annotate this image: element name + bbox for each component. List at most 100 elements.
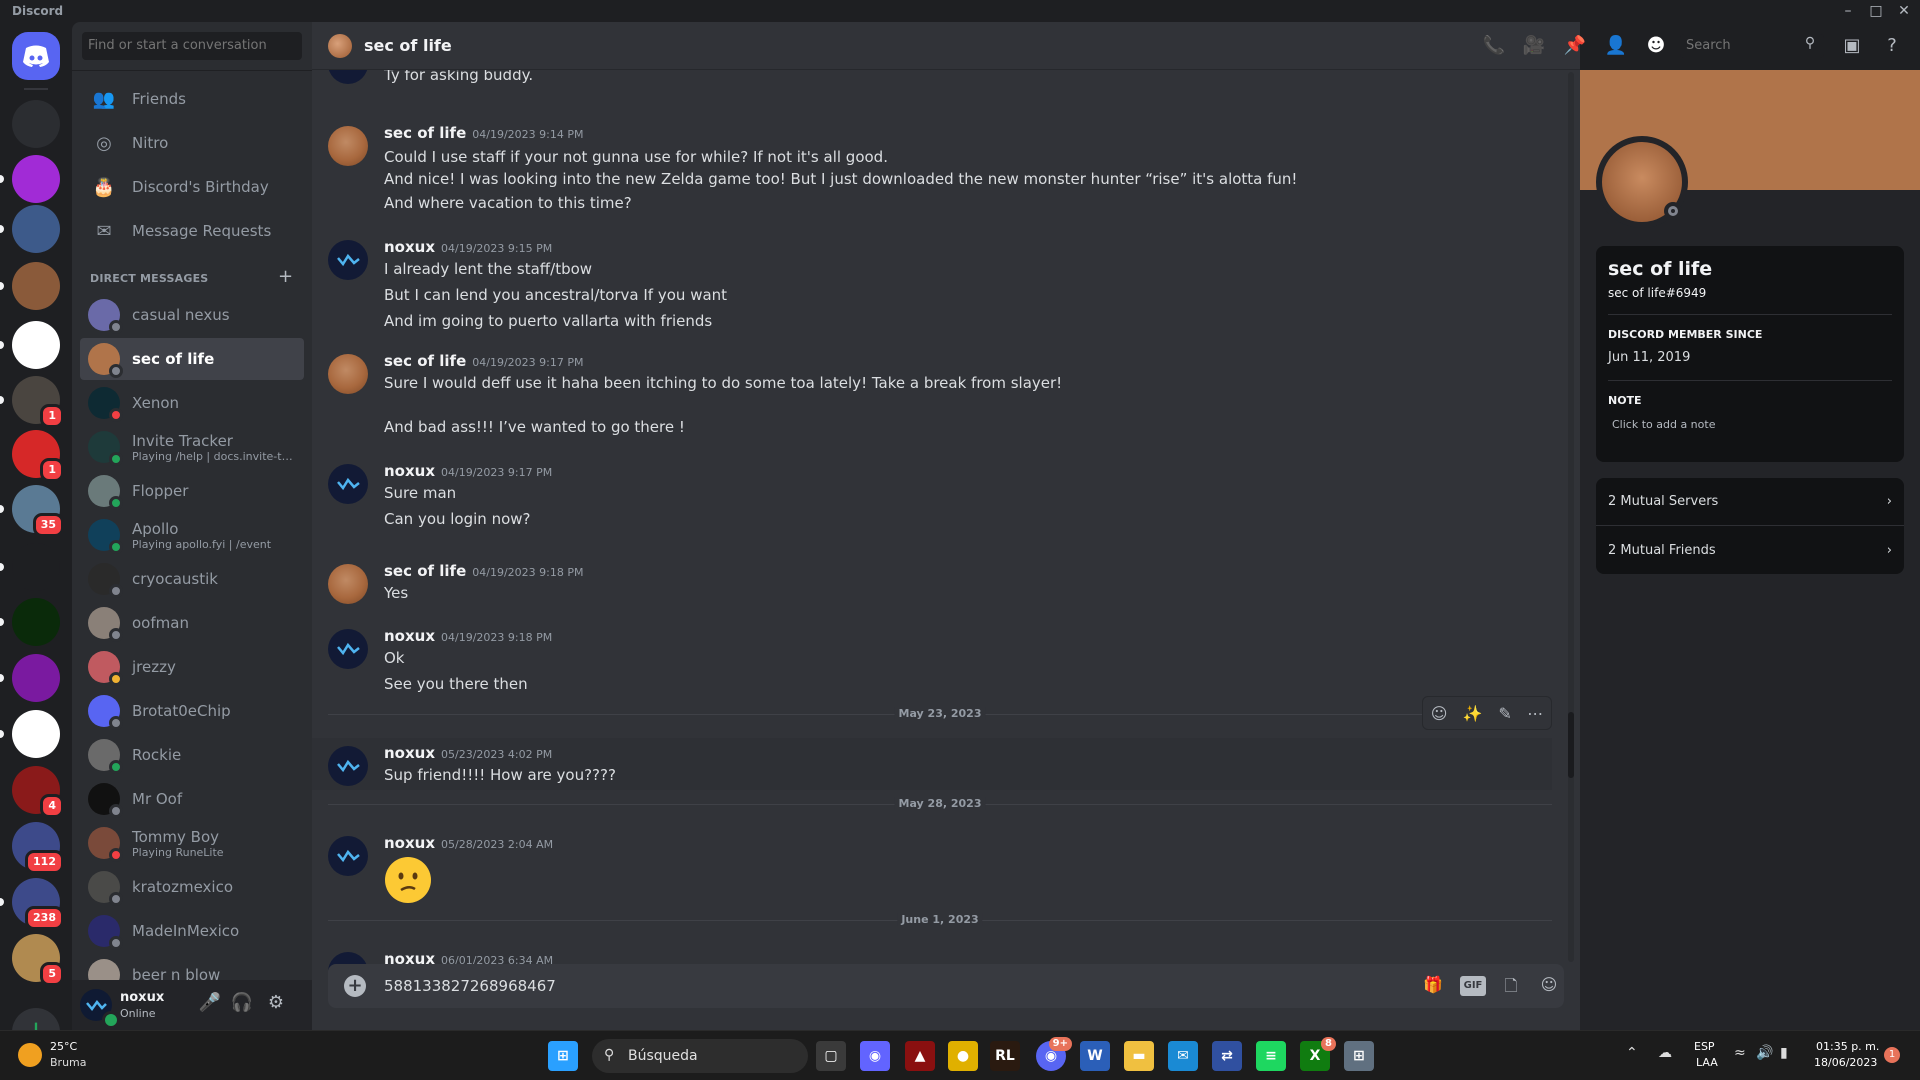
notification-badge[interactable]: 1: [1884, 1047, 1900, 1063]
taskbar-app-start[interactable]: ⊞: [548, 1041, 578, 1071]
taskbar-app-word[interactable]: W: [1080, 1041, 1110, 1071]
author-avatar[interactable]: [328, 564, 368, 604]
nav-envelope[interactable]: ✉ Message Requests: [80, 210, 304, 252]
scrollbar-track[interactable]: [1568, 72, 1574, 962]
gift-icon[interactable]: 🎁: [1420, 975, 1446, 994]
author-name[interactable]: noxux: [384, 627, 435, 645]
server-icon[interactable]: [0, 155, 60, 203]
author-name[interactable]: sec of life: [384, 124, 466, 142]
server-icon[interactable]: [0, 710, 60, 758]
note-input[interactable]: Click to add a note: [1612, 418, 1715, 431]
taskbar-app-teams-chat[interactable]: ◉: [860, 1041, 890, 1071]
server-icon[interactable]: [12, 32, 60, 80]
taskbar-app-spotify[interactable]: ≡: [1256, 1041, 1286, 1071]
dm-item[interactable]: jrezzy: [80, 646, 304, 688]
emoji-icon[interactable]: ☺: [1536, 975, 1562, 994]
author-avatar[interactable]: [328, 464, 368, 504]
taskbar-app-chrome[interactable]: ●: [948, 1041, 978, 1071]
battery-icon[interactable]: ▮: [1780, 1045, 1788, 1061]
author-name[interactable]: noxux: [384, 462, 435, 480]
taskbar-app-mail[interactable]: ✉: [1168, 1041, 1198, 1071]
add-reaction-icon[interactable]: ☺: [1431, 704, 1448, 723]
mutual-friends-button[interactable]: 2 Mutual Friends ›: [1596, 526, 1904, 574]
nav-birthday-cake[interactable]: 🎂 Discord's Birthday: [80, 166, 304, 208]
author-name[interactable]: noxux: [384, 744, 435, 762]
headphones-icon[interactable]: 🎧: [230, 992, 254, 1013]
voice-call-icon[interactable]: 📞: [1482, 35, 1506, 56]
help-icon[interactable]: ?: [1880, 35, 1904, 56]
pin-icon[interactable]: 📌: [1563, 35, 1587, 56]
author-name[interactable]: sec of life: [384, 562, 466, 580]
volume-icon[interactable]: 🔊: [1756, 1045, 1773, 1061]
mute-mic-icon[interactable]: 🎤: [198, 992, 222, 1013]
video-call-icon[interactable]: 🎥: [1522, 35, 1546, 56]
server-icon[interactable]: 4: [12, 766, 64, 818]
dm-item[interactable]: Invite Tracker Playing /help | docs.invit…: [80, 426, 304, 468]
language-code[interactable]: ESP: [1694, 1040, 1715, 1053]
dm-item[interactable]: MadeInMexico: [80, 910, 304, 952]
scrollbar-thumb[interactable]: [1568, 712, 1574, 778]
server-icon[interactable]: [12, 100, 60, 148]
server-icon[interactable]: [0, 654, 60, 702]
taskbar-app-file-explorer[interactable]: ▬: [1124, 1041, 1154, 1071]
server-icon[interactable]: 1: [0, 376, 64, 428]
taskbar-app-discord[interactable]: ◉ 9+: [1036, 1037, 1072, 1071]
profile-avatar[interactable]: [1596, 136, 1688, 228]
minimize-button[interactable]: –: [1834, 0, 1862, 22]
close-button[interactable]: ✕: [1890, 0, 1918, 22]
dm-item[interactable]: sec of life: [80, 338, 304, 380]
maximize-button[interactable]: □: [1862, 0, 1890, 22]
dm-item[interactable]: Xenon: [80, 382, 304, 424]
server-icon[interactable]: [0, 205, 60, 253]
upload-plus-icon[interactable]: +: [344, 975, 366, 997]
server-icon[interactable]: 112: [12, 822, 64, 874]
dm-item[interactable]: casual nexus: [80, 294, 304, 336]
author-avatar[interactable]: [328, 629, 368, 669]
server-icon[interactable]: [0, 321, 60, 369]
taskbar-app-task-view[interactable]: ▢: [816, 1041, 846, 1071]
server-icon[interactable]: [0, 598, 60, 646]
taskbar-search[interactable]: Búsqueda: [592, 1039, 808, 1073]
server-icon[interactable]: 5: [12, 934, 64, 986]
dm-item[interactable]: Tommy Boy Playing RuneLite: [80, 822, 304, 864]
server-icon[interactable]: [0, 262, 60, 310]
taskbar-app-runelite[interactable]: RL: [990, 1041, 1020, 1071]
weather-icon[interactable]: [18, 1043, 42, 1067]
mutual-servers-button[interactable]: 2 Mutual Servers ›: [1596, 478, 1904, 526]
author-name[interactable]: sec of life: [384, 352, 466, 370]
nav-friends[interactable]: 👥 Friends: [80, 78, 304, 120]
author-avatar[interactable]: [328, 354, 368, 394]
clock-date[interactable]: 18/06/2023: [1814, 1056, 1877, 1069]
onedrive-cloud-icon[interactable]: ☁: [1658, 1045, 1672, 1061]
author-avatar[interactable]: [328, 240, 368, 280]
weather-temp[interactable]: 25°C: [50, 1040, 77, 1053]
find-conversation-input[interactable]: [82, 32, 302, 60]
taskbar-app-calculator[interactable]: ⊞: [1344, 1041, 1374, 1071]
weather-desc[interactable]: Bruma: [50, 1056, 87, 1069]
author-name[interactable]: noxux: [384, 238, 435, 256]
author-name[interactable]: noxux: [384, 834, 435, 852]
taskbar-app-xbox[interactable]: X8: [1300, 1037, 1336, 1071]
inbox-icon[interactable]: ▣: [1840, 35, 1864, 56]
server-icon[interactable]: 35: [0, 485, 64, 537]
gif-button[interactable]: GIF: [1460, 976, 1486, 996]
settings-gear-icon[interactable]: ⚙: [264, 992, 288, 1013]
dm-item[interactable]: Apollo Playing apollo.fyi | /event: [80, 514, 304, 556]
create-dm-plus-icon[interactable]: +: [278, 266, 293, 287]
super-reaction-icon[interactable]: ✨: [1463, 704, 1483, 723]
taskbar-app-network[interactable]: ⇄: [1212, 1041, 1242, 1071]
dm-item[interactable]: Flopper: [80, 470, 304, 512]
author-avatar[interactable]: [328, 126, 368, 166]
show-hidden-icons-icon[interactable]: ⌃: [1626, 1045, 1638, 1061]
server-icon[interactable]: 238: [0, 878, 64, 930]
dm-item[interactable]: oofman: [80, 602, 304, 644]
server-icon[interactable]: [0, 543, 60, 591]
dm-item[interactable]: cryocaustik: [80, 558, 304, 600]
dm-item[interactable]: Brotat0eChip: [80, 690, 304, 732]
edit-pencil-icon[interactable]: ✎: [1498, 704, 1511, 723]
keyboard-layout[interactable]: LAA: [1696, 1056, 1718, 1069]
clock-time[interactable]: 01:35 p. m.: [1816, 1040, 1879, 1053]
author-avatar[interactable]: [328, 746, 368, 786]
sticker-icon[interactable]: 🗋: [1498, 975, 1524, 1002]
add-friend-icon[interactable]: 👤: [1604, 35, 1628, 56]
